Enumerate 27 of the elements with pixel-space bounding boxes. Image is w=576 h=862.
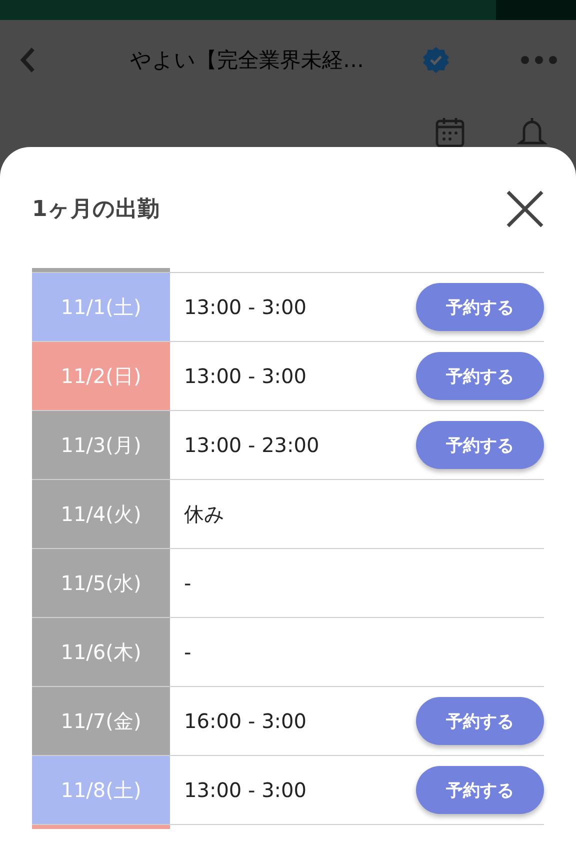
reserve-button[interactable]: 予約する [416, 352, 544, 400]
hours-cell-text: 13:00 - 3:00 [183, 363, 308, 390]
hours-cell-text: 16:00 - 3:00 [183, 708, 308, 735]
sheet-title: 1ヶ月の出勤 [32, 196, 160, 224]
hours-cell-text: 休み [183, 500, 225, 528]
hours-cell-text: 13:00 - 3:00 [183, 294, 308, 321]
date-cell: 11/3(月) [32, 411, 170, 479]
hours-cell-text: - [183, 570, 192, 597]
date-cell: 11/7(金) [32, 687, 170, 755]
date-cell: 11/8(土) [32, 756, 170, 824]
hours-cell-text: 13:00 - 23:00 [183, 432, 320, 459]
reserve-button[interactable]: 予約する [416, 283, 544, 331]
reserve-button[interactable]: 予約する [416, 697, 544, 745]
date-cell: 11/5(水) [32, 549, 170, 617]
reserve-button[interactable]: 予約する [416, 766, 544, 814]
hours-cell-text: 13:00 - 3:00 [183, 777, 308, 804]
date-cell: 11/4(火) [32, 480, 170, 548]
date-cell: 11/1(土) [32, 273, 170, 341]
date-cell: 11/6(木) [32, 618, 170, 686]
calendar-icon [435, 116, 465, 147]
profile-title: やよい【完全業界未経… [130, 47, 365, 74]
date-cell: 11/2(日) [32, 342, 170, 410]
close-icon[interactable] [506, 190, 544, 228]
bell-icon [517, 116, 547, 147]
more-icon[interactable] [520, 55, 558, 65]
reserve-button[interactable]: 予約する [416, 421, 544, 469]
hours-cell-text: - [183, 639, 192, 666]
